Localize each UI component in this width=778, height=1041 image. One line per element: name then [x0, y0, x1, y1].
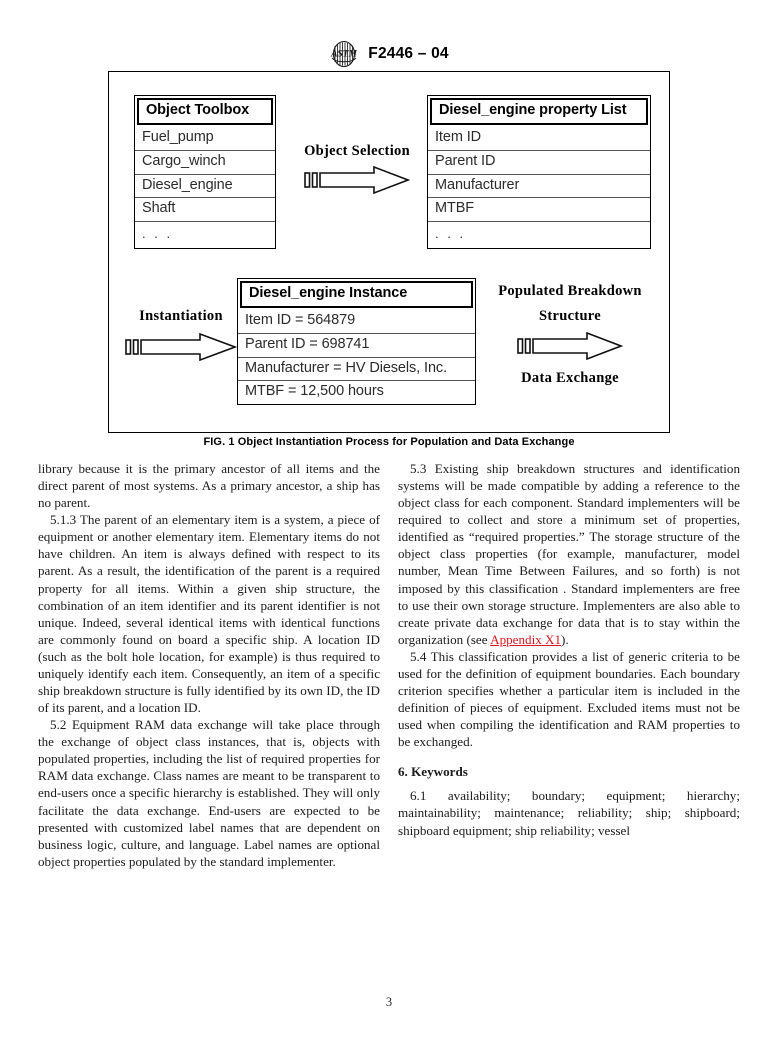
flow-populated-breakdown-label-line1: Populated Breakdown — [498, 283, 642, 299]
appendix-x1-link[interactable]: Appendix X1 — [490, 632, 561, 647]
property-list-row: Manufacturer — [428, 173, 650, 198]
diesel-engine-instance-title: Diesel_engine Instance — [240, 281, 473, 308]
paragraph-5-3-text-after-link: ). — [561, 631, 569, 647]
diesel-engine-property-list-title: Diesel_engine property List — [430, 98, 648, 125]
keywords-heading: 6. Keywords — [398, 764, 468, 780]
left-column: library because it is the primary ancest… — [38, 460, 380, 870]
paragraph-5-3-text-before-link: 5.3 Existing ship breakdown structures a… — [398, 461, 740, 647]
instance-row: MTBF = 12,500 hours — [238, 380, 475, 404]
property-list-row: MTBF — [428, 197, 650, 221]
flow-data-exchange-label: Data Exchange — [521, 370, 619, 387]
instance-row: Parent ID = 698741 — [238, 332, 475, 357]
paragraph-5-1-3: 5.1.3 The parent of an elementary item i… — [38, 512, 380, 716]
flow-populated-breakdown: Populated Breakdown Structure Data Excha… — [477, 282, 663, 387]
object-toolbox-row: Fuel_pump — [142, 128, 214, 145]
object-toolbox-title: Object Toolbox — [137, 98, 273, 125]
diesel-engine-instance-box: Diesel_engine Instance Item ID = 564879 … — [237, 278, 476, 406]
page-header: ASTM F2446 – 04 — [0, 40, 778, 68]
figure-caption: FIG. 1 Object Instantiation Process for … — [203, 436, 575, 448]
flow-object-selection: Object Selection — [287, 142, 427, 195]
astm-logo-icon: ASTM — [329, 40, 359, 68]
paragraph-5-3: 5.3 Existing ship breakdown structures a… — [398, 460, 740, 648]
object-toolbox-row: Diesel_engine — [135, 173, 275, 198]
object-toolbox-row: Shaft — [135, 197, 275, 221]
body-columns: library because it is the primary ancest… — [38, 460, 740, 870]
paragraph-5-4: 5.4 This classification provides a list … — [398, 648, 740, 750]
flow-populated-breakdown-label-line2: Structure — [538, 308, 602, 325]
figure-frame: Object Toolbox Fuel_pump Cargo_winch Die… — [108, 71, 670, 433]
block-arrow-right-icon — [477, 332, 663, 361]
keywords-body: 6.1 availability; boundary; equipment; h… — [398, 788, 740, 838]
object-toolbox-row-ellipsis: . . . — [135, 221, 275, 247]
block-arrow-right-icon — [287, 166, 427, 195]
property-list-row: Item ID — [435, 128, 482, 145]
property-list-row: Parent ID — [428, 149, 650, 174]
instance-row: Item ID = 564879 — [245, 311, 356, 328]
instance-row: Manufacturer = HV Diesels, Inc. — [238, 356, 475, 381]
flow-object-selection-label: Object Selection — [304, 143, 410, 159]
paragraph-5-2: 5.2 Equipment RAM data exchange will tak… — [38, 717, 380, 869]
right-column: 5.3 Existing ship breakdown structures a… — [398, 460, 740, 870]
diesel-engine-property-list-box: Diesel_engine property List Item ID Pare… — [427, 95, 651, 249]
flow-instantiation-label: Instantiation — [139, 308, 223, 324]
block-arrow-right-icon — [117, 333, 245, 362]
property-list-row-ellipsis: . . . — [428, 221, 650, 247]
flow-instantiation: Instantiation — [117, 307, 245, 362]
page-number: 3 — [385, 995, 393, 1009]
object-toolbox-box: Object Toolbox Fuel_pump Cargo_winch Die… — [134, 95, 276, 249]
object-toolbox-row: Cargo_winch — [135, 149, 275, 174]
svg-text:ASTM: ASTM — [330, 50, 357, 60]
paragraph-continued: library because it is the primary ancest… — [38, 461, 380, 511]
document-designation: F2446 – 04 — [368, 45, 449, 62]
